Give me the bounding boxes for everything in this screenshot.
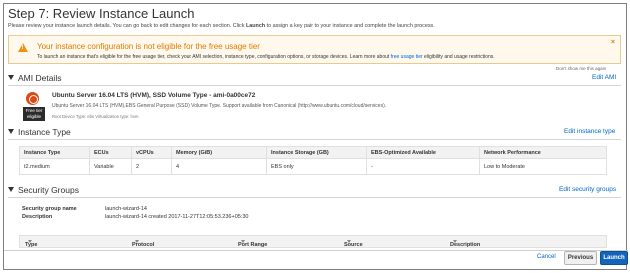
table-cell: 2 <box>131 158 172 175</box>
column-header: Instance Storage (GB) <box>266 146 367 159</box>
column-header-type[interactable]: Type <box>25 239 37 248</box>
page-title: Step 7: Review Instance Launch <box>8 6 195 21</box>
divider <box>8 139 621 140</box>
security-group-name-value: launch-wizard-14 <box>105 206 147 212</box>
cancel-button[interactable]: Cancel <box>537 254 556 260</box>
security-groups-header[interactable]: Security Groups <box>8 185 79 195</box>
warning-icon: ! <box>18 43 28 52</box>
column-header-description[interactable]: Description <box>450 239 480 248</box>
close-icon[interactable]: × <box>611 39 615 46</box>
collapse-triangle-icon <box>8 75 14 81</box>
divider <box>8 197 621 198</box>
table-cell: Variable <box>89 158 132 175</box>
column-header: ECUs <box>89 146 132 159</box>
column-header: vCPUs <box>131 146 172 159</box>
column-header-source[interactable]: Source <box>344 239 363 248</box>
warning-text: To launch an instance that's eligible fo… <box>37 54 495 60</box>
ami-meta: Root Device Type: ebs Virtualization typ… <box>52 114 139 119</box>
review-launch-panel: Step 7: Review Instance Launch Please re… <box>3 3 628 270</box>
edit-instance-type-link[interactable]: Edit instance type <box>564 128 615 135</box>
table-cell: - <box>366 158 480 175</box>
edit-security-groups-link[interactable]: Edit security groups <box>559 186 616 193</box>
instance-type-table: Instance Type ECUs vCPUs Memory (GiB) In… <box>19 146 607 175</box>
ami-name: Ubuntu Server 16.04 LTS (HVM), SSD Volum… <box>52 92 256 99</box>
free-tier-badge: Free tier eligible <box>23 107 45 121</box>
collapse-triangle-icon <box>8 187 14 193</box>
security-group-description-label: Description <box>22 214 53 220</box>
table-cell: 4 <box>171 158 267 175</box>
page-intro: Please review your instance launch detai… <box>8 23 435 29</box>
instance-type-header[interactable]: Instance Type <box>8 127 71 137</box>
table-row: t2.medium Variable 2 4 EBS only - Low to… <box>19 158 607 175</box>
column-header: Memory (GiB) <box>171 146 267 159</box>
collapse-triangle-icon <box>8 129 14 135</box>
divider <box>8 85 621 86</box>
free-tier-warning: ! Your instance configuration is not eli… <box>8 35 621 64</box>
table-header-row: Instance Type ECUs vCPUs Memory (GiB) In… <box>19 146 607 159</box>
ami-details-header[interactable]: AMI Details <box>8 73 61 83</box>
dont-show-again-link[interactable]: Don't show me this again <box>556 66 606 71</box>
table-cell: EBS only <box>266 158 367 175</box>
column-header-protocol[interactable]: Protocol <box>132 239 154 248</box>
launch-button[interactable]: Launch <box>600 251 628 265</box>
column-header: Network Performance <box>479 146 607 159</box>
security-group-description-value: launch-wizard-14 created 2017-11-27T12:0… <box>105 214 249 220</box>
free-usage-tier-link[interactable]: free usage tier <box>391 54 423 60</box>
security-group-name-label: Security group name <box>22 206 77 212</box>
ami-description: Ubuntu Server 16.04 LTS (HVM),EBS Genera… <box>52 103 387 109</box>
column-header: Instance Type <box>19 146 90 159</box>
previous-button[interactable]: Previous <box>564 251 597 265</box>
edit-ami-link[interactable]: Edit AMI <box>592 74 616 81</box>
security-rules-table-header: Type Protocol Port Range Source Descript… <box>19 235 607 248</box>
column-header: EBS-Optimized Available <box>366 146 480 159</box>
column-header-port-range[interactable]: Port Range <box>238 239 267 248</box>
table-cell: t2.medium <box>19 158 90 175</box>
warning-title: Your instance configuration is not eligi… <box>37 42 260 51</box>
footer-divider <box>4 250 628 251</box>
ubuntu-logo-icon <box>26 92 39 105</box>
table-cell: Low to Moderate <box>479 158 607 175</box>
